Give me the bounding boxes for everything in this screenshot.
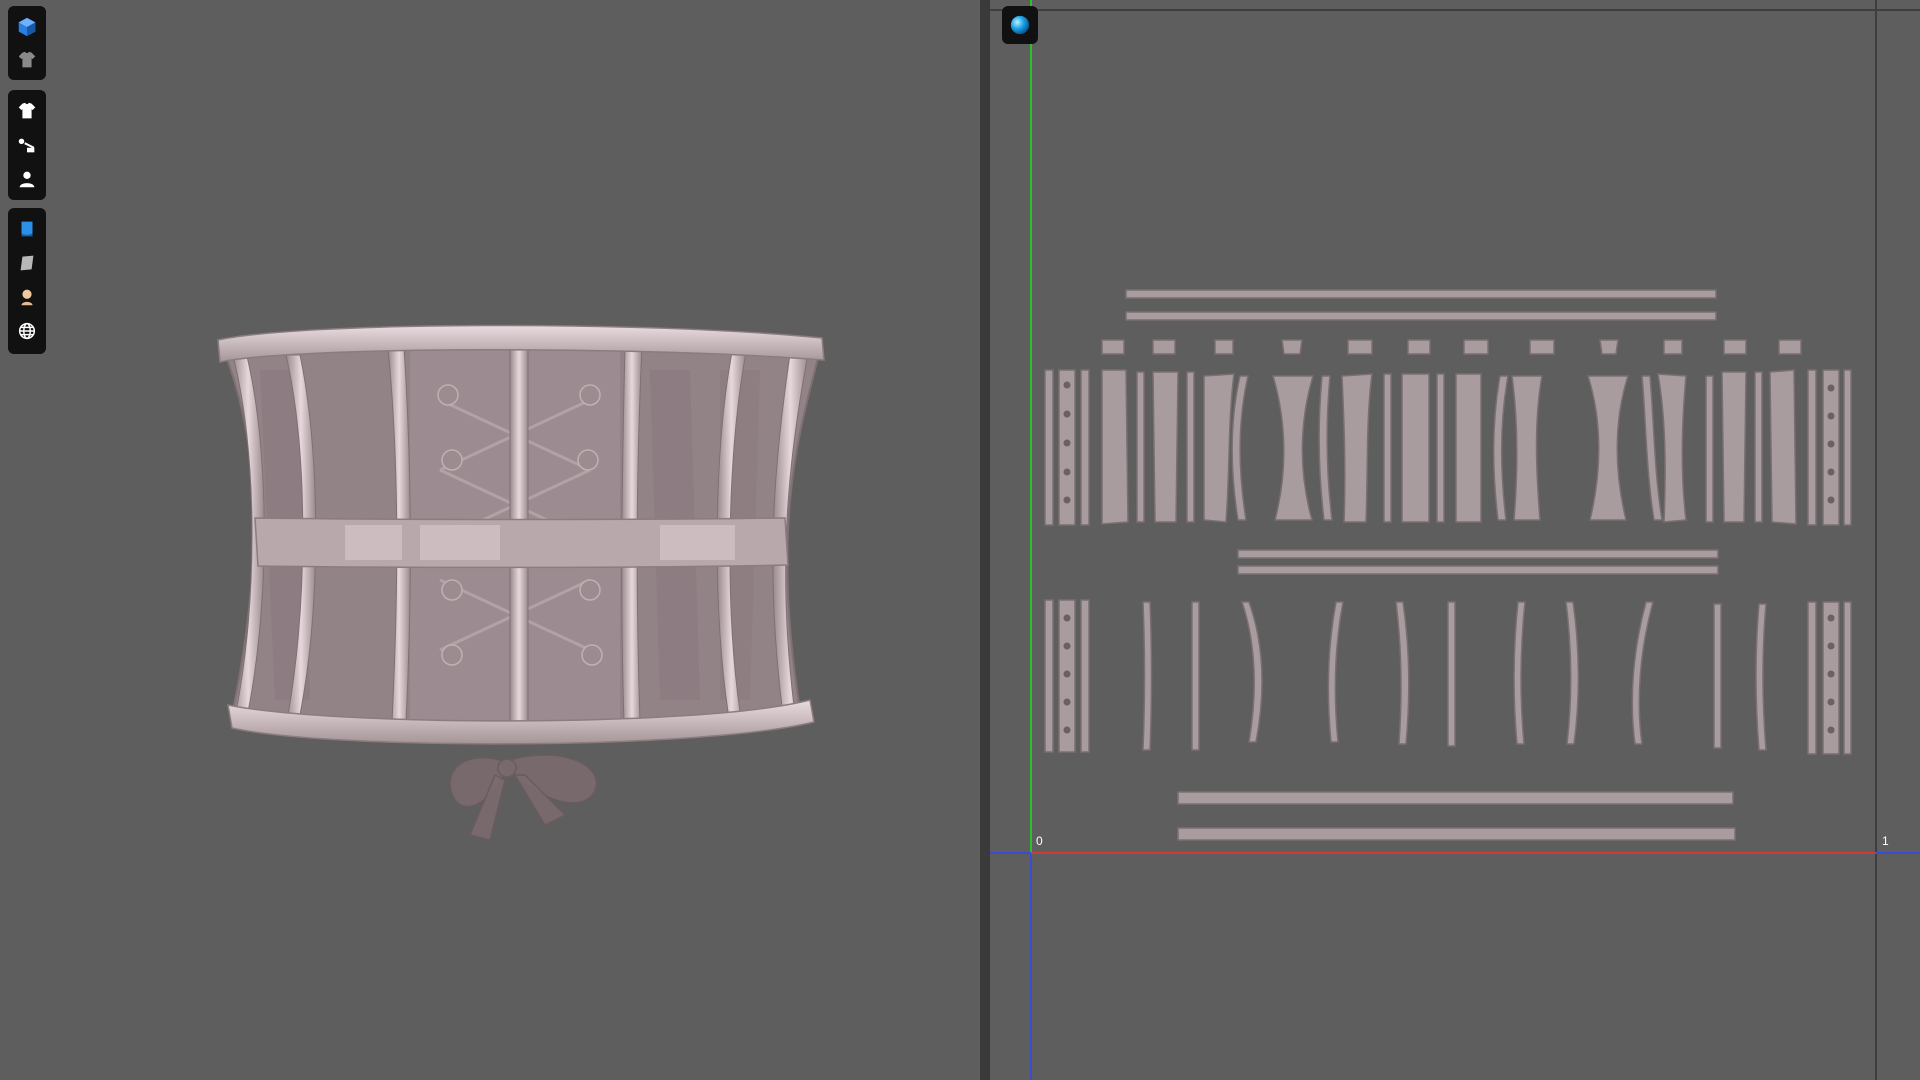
uv-piece-bone — [1754, 371, 1763, 523]
uv-piece-bone — [1641, 375, 1663, 521]
uv-unit-label: 1 — [1882, 834, 1889, 848]
uv-piece-bone — [1492, 375, 1509, 521]
uv-editor-panel[interactable]: 0 1 — [990, 0, 1920, 1080]
uv-piece-bone — [1513, 601, 1526, 745]
uv-piece-tab — [1778, 339, 1802, 355]
avatar-person-icon[interactable] — [12, 164, 42, 194]
sewing-tools-icon[interactable] — [12, 130, 42, 160]
uv-piece-bone — [1044, 369, 1054, 526]
toolbar-group-garment — [8, 90, 46, 200]
uv-piece-strip — [1237, 549, 1719, 559]
uv-piece-panel — [1152, 371, 1179, 523]
uv-pattern-pieces — [1044, 289, 1852, 841]
uv-piece-bone — [1142, 601, 1153, 751]
uv-piece-bone — [1080, 599, 1090, 753]
uv-piece-bone — [1136, 371, 1145, 523]
uv-piece-bone — [1240, 601, 1263, 743]
uv-piece-strip — [1237, 565, 1719, 575]
uv-origin-label: 0 — [1036, 834, 1043, 848]
uv-piece-panel — [1455, 373, 1482, 523]
uv-piece-bone — [1705, 375, 1714, 523]
uv-piece-bone — [1318, 375, 1333, 521]
uv-piece-tab — [1663, 339, 1683, 355]
uv-piece-tab — [1599, 339, 1619, 355]
uv-piece-tab — [1281, 339, 1303, 355]
3d-cube-icon[interactable] — [12, 12, 42, 41]
uv-piece-tab — [1101, 339, 1125, 355]
uv-canvas[interactable] — [990, 0, 1920, 1080]
uv-piece-strip — [1177, 827, 1736, 841]
uv-piece-bone — [1191, 601, 1200, 751]
uv-piece-bone — [1755, 603, 1767, 751]
uv-piece-strip — [1125, 311, 1717, 321]
uv-piece-bone — [1565, 601, 1580, 745]
toolbar-group-view — [8, 6, 46, 80]
uv-piece-bone — [1436, 373, 1445, 523]
uv-piece-panel — [1511, 375, 1543, 521]
uv-piece-bone — [1231, 375, 1249, 521]
garment-shirt-icon[interactable] — [12, 45, 42, 74]
split-divider[interactable] — [980, 0, 990, 1080]
uv-piece-tab — [1347, 339, 1373, 355]
skin-avatar-icon[interactable] — [12, 282, 42, 312]
uv-piece-panel — [1271, 375, 1315, 521]
uv-piece-bone — [1843, 369, 1852, 526]
toolbar-group-render — [8, 208, 46, 354]
sphere-icon[interactable] — [1002, 6, 1038, 44]
uv-piece-panel — [1769, 369, 1797, 525]
uv-piece-bone — [1713, 603, 1722, 749]
uv-piece-bone — [1807, 369, 1817, 526]
uv-piece-tab — [1407, 339, 1431, 355]
globe-icon[interactable] — [12, 316, 42, 346]
uv-piece-panel — [1401, 373, 1430, 523]
uv-piece-bone — [1383, 373, 1392, 523]
uv-piece-bone — [1447, 601, 1456, 747]
uv-piece-tab — [1723, 339, 1747, 355]
uv-piece-tab — [1152, 339, 1176, 355]
uv-piece-tab — [1529, 339, 1555, 355]
uv-piece-panel — [1721, 371, 1747, 523]
uv-piece-strip — [1125, 289, 1717, 299]
fabric-gray-icon[interactable] — [12, 248, 42, 278]
uv-piece-panel — [1203, 373, 1235, 523]
uv-piece-bone — [1807, 601, 1817, 755]
tshirt-icon[interactable] — [12, 96, 42, 126]
uv-piece-tab — [1214, 339, 1234, 355]
uv-piece-panel — [1341, 373, 1373, 523]
uv-piece-bone — [1843, 601, 1852, 755]
uv-piece-strip — [1177, 791, 1734, 805]
uv-piece-panel — [1586, 375, 1630, 521]
uv-piece-bone — [1080, 369, 1090, 526]
uv-piece-bone — [1186, 371, 1195, 523]
uv-piece-bone — [1327, 601, 1344, 743]
uv-piece-tab — [1463, 339, 1489, 355]
3d-viewport[interactable] — [0, 0, 980, 1080]
uv-piece-bone — [1631, 601, 1654, 745]
fabric-blue-icon[interactable] — [12, 214, 42, 244]
corset-model-3d[interactable] — [0, 0, 980, 1080]
uv-piece-bone — [1395, 601, 1410, 745]
uv-piece-panel — [1101, 369, 1129, 525]
uv-piece-panel — [1657, 373, 1687, 523]
uv-piece-bone — [1044, 599, 1054, 753]
